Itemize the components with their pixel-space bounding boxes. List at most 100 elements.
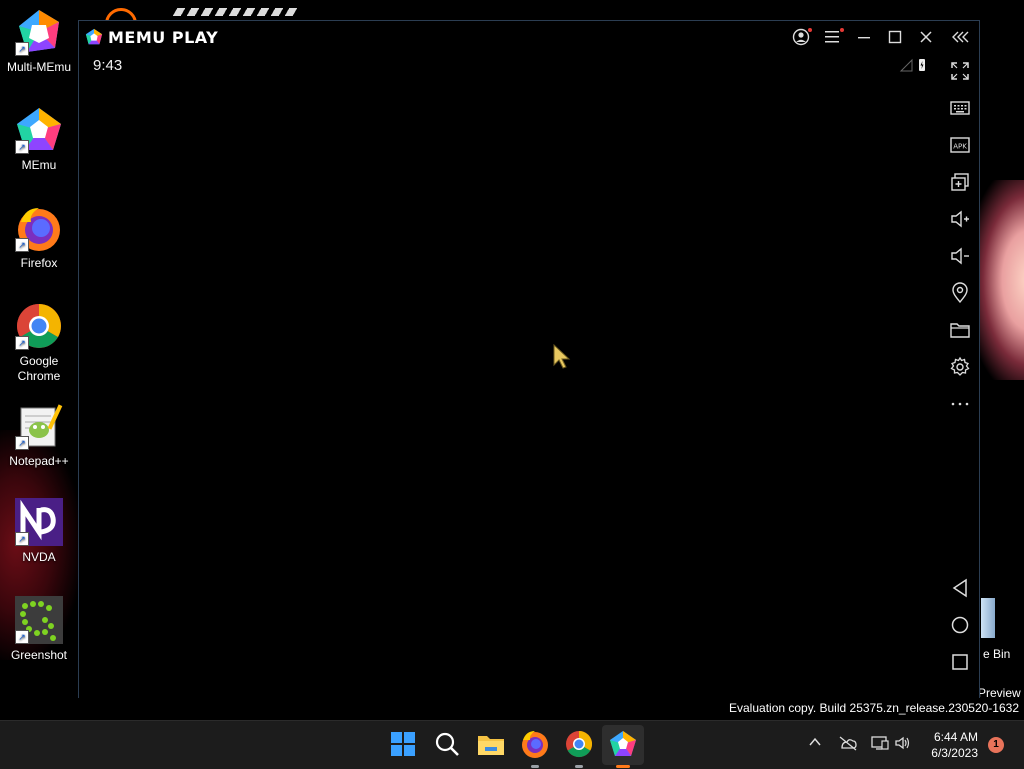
notification-badge[interactable]: 1: [988, 737, 1004, 753]
minimize-icon: [858, 37, 870, 39]
account-button[interactable]: [789, 25, 813, 49]
memu-logo: MEMU PLAY: [85, 27, 218, 47]
desktop-icon-label: Greenshot: [10, 648, 68, 662]
desktop-icon-label: Google Chrome: [17, 354, 61, 383]
settings-icon: [950, 356, 970, 376]
android-home-button[interactable]: [948, 613, 972, 637]
memu-icon: [610, 731, 636, 756]
memu-title: MEMU PLAY: [108, 27, 219, 47]
memu-window: MEMU PLAY 9:43 APK: [78, 20, 980, 698]
collapse-sidebar-button[interactable]: [949, 25, 973, 49]
more-icon: [951, 402, 969, 406]
display-tray-button[interactable]: [870, 735, 890, 754]
location-button[interactable]: [948, 281, 972, 305]
recents-icon: [952, 654, 968, 670]
recycle-bin-label[interactable]: e Bin: [983, 647, 1010, 661]
file-explorer-icon: [478, 736, 504, 755]
android-screen[interactable]: 9:43: [79, 52, 941, 698]
nvda-icon: ↗: [15, 498, 63, 546]
network-status-button[interactable]: [838, 735, 858, 754]
taskbar-firefox-button[interactable]: [520, 729, 550, 768]
windows-start-icon: [391, 732, 415, 756]
chevron-up-icon: [809, 737, 821, 746]
firefox-icon: ↗: [15, 204, 63, 252]
wallpaper-right-fragment: [975, 180, 1024, 380]
maximize-icon: [888, 30, 902, 44]
android-status-icons: [897, 58, 927, 77]
android-recents-button[interactable]: [948, 650, 972, 674]
start-button[interactable]: [388, 729, 418, 759]
volume-down-button[interactable]: [948, 244, 972, 268]
clock-time: 6:44 AM: [933, 730, 978, 744]
desktop-icon-greenshot[interactable]: ↗ Greenshot: [2, 596, 76, 663]
fullscreen-button[interactable]: [948, 59, 972, 83]
memu-titlebar[interactable]: MEMU PLAY: [79, 21, 979, 52]
volume-tray-button[interactable]: [894, 735, 912, 754]
settings-button[interactable]: [948, 355, 972, 379]
location-icon: [952, 282, 968, 304]
evaluation-watermark: Evaluation copy. Build 25375.zn_release.…: [729, 701, 1019, 715]
desktop-icon-label: Firefox: [20, 256, 58, 270]
desktop-icon-memu[interactable]: ↗ MEmu: [2, 106, 76, 173]
signal-icon: [899, 58, 913, 72]
maximize-button[interactable]: [883, 25, 907, 49]
memu-logo-icon: [85, 28, 103, 45]
show-hidden-icons-button[interactable]: [808, 735, 822, 752]
android-status-time: 9:43: [93, 57, 123, 74]
folder-icon: [950, 323, 970, 338]
keyboard-icon: [950, 101, 970, 115]
search-button[interactable]: [432, 729, 462, 759]
speaker-icon: [895, 736, 910, 750]
menu-icon: [825, 31, 839, 43]
android-back-button[interactable]: [948, 576, 972, 600]
desktop-icon-multi-memu[interactable]: ↗ Multi-MEmu: [2, 8, 76, 75]
menu-button[interactable]: [820, 25, 844, 49]
memu-toolbar: APK: [941, 52, 979, 698]
close-icon: [920, 31, 932, 43]
taskbar: 6:44 AM 6/3/2023 1: [0, 720, 1024, 769]
desktop-icon-label: MEmu: [21, 158, 57, 172]
file-explorer-button[interactable]: [476, 729, 506, 759]
desktop-icon-nvda[interactable]: ↗ NVDA: [2, 498, 76, 565]
search-icon: [435, 732, 459, 756]
keyboard-button[interactable]: [948, 96, 972, 120]
desktop-icon-firefox[interactable]: ↗ Firefox: [2, 204, 76, 271]
apk-text: APK: [953, 143, 967, 151]
taskbar-clock[interactable]: 6:44 AM 6/3/2023: [914, 729, 978, 761]
apk-icon: APK: [950, 137, 970, 153]
multi-window-icon: [951, 173, 969, 191]
firefox-icon: [522, 731, 548, 758]
wallpaper-top-fragment: [100, 0, 320, 40]
memu-icon: ↗: [15, 106, 63, 154]
multi-window-button[interactable]: [948, 170, 972, 194]
desktop-icon-label: Multi-MEmu: [6, 60, 71, 74]
display-icon: [871, 736, 889, 750]
close-button[interactable]: [914, 25, 938, 49]
minimize-button[interactable]: [852, 25, 876, 49]
recycle-bin-icon[interactable]: [981, 598, 995, 638]
desktop-icon-chrome[interactable]: ↗ Google Chrome: [2, 302, 76, 384]
volume-up-button[interactable]: [948, 207, 972, 231]
mouse-cursor-icon: [553, 343, 573, 375]
preview-label: Preview: [978, 686, 1021, 700]
volume-down-icon: [951, 247, 969, 265]
greenshot-icon: ↗: [15, 596, 63, 644]
network-off-icon: [839, 736, 857, 751]
taskbar-chrome-button[interactable]: [564, 729, 594, 768]
clock-date: 6/3/2023: [931, 746, 978, 760]
home-icon: [951, 616, 969, 634]
chrome-icon: [566, 730, 593, 758]
apk-install-button[interactable]: APK: [948, 133, 972, 157]
more-button[interactable]: [948, 392, 972, 416]
shared-folder-button[interactable]: [948, 318, 972, 342]
chrome-icon: ↗: [15, 302, 63, 350]
taskbar-memu-button[interactable]: [602, 725, 644, 768]
volume-up-icon: [951, 210, 969, 228]
desktop-icon-label: Notepad++: [9, 454, 69, 468]
fullscreen-icon: [951, 62, 969, 80]
back-icon: [952, 578, 967, 598]
multi-memu-icon: ↗: [15, 8, 63, 56]
notepadpp-icon: ↗: [15, 402, 63, 450]
desktop-icon-notepadpp[interactable]: ↗ Notepad++: [2, 402, 76, 469]
desktop-icon-label: NVDA: [22, 550, 56, 564]
